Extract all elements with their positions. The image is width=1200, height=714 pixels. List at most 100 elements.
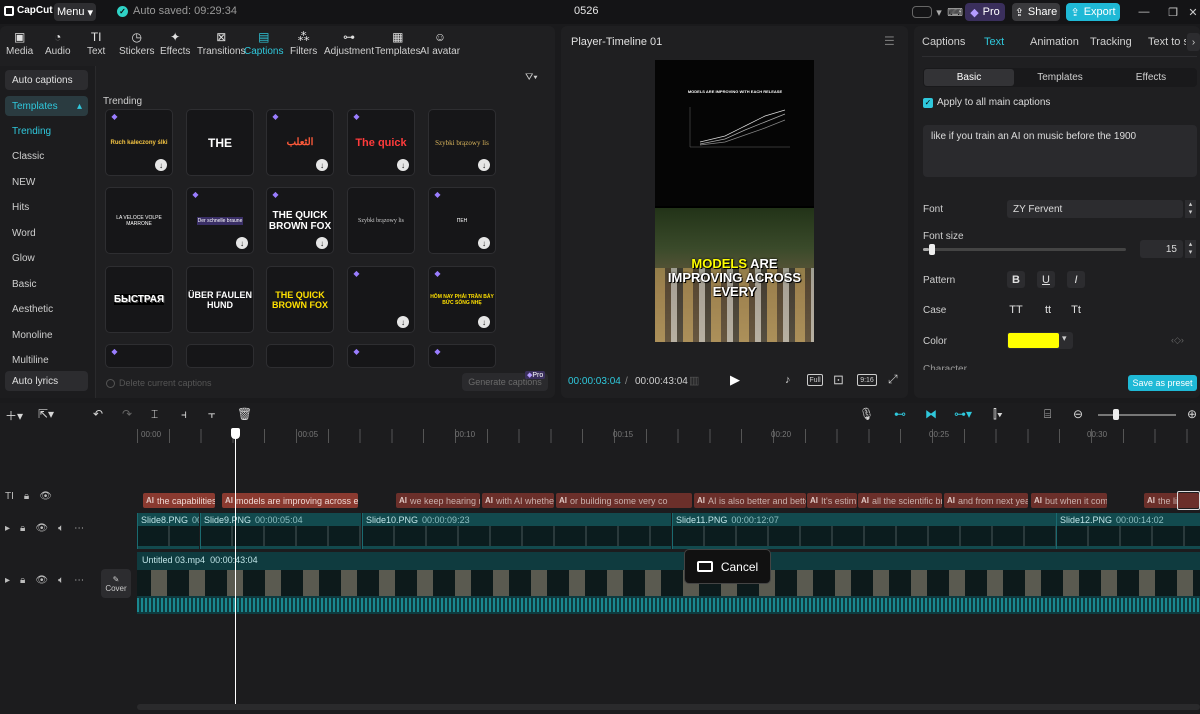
auto-captions-button[interactable]: Auto captions — [5, 70, 88, 90]
subtab-basic[interactable]: Basic — [924, 69, 1014, 86]
zoom-in-icon[interactable]: ⊕ — [1187, 407, 1197, 421]
caption-template-card[interactable]: ◆ Ruch kaleczony ślki ↓ — [105, 109, 173, 176]
caption-template-card[interactable]: ◆ Der schnelle braune ↓ — [186, 187, 254, 254]
subtab-effects[interactable]: Effects — [1106, 69, 1196, 86]
tab-text[interactable]: Text — [984, 36, 1004, 48]
caption-template-card[interactable]: Szybki brązowy lis — [347, 187, 415, 254]
case-title-button[interactable]: Tt — [1067, 301, 1085, 318]
caption-template-card[interactable]: ◆ — [428, 344, 496, 368]
playhead[interactable] — [235, 433, 236, 705]
font-stepper-icon[interactable]: ▴ ▾ — [1185, 200, 1196, 218]
zoom-slider-handle[interactable] — [1113, 409, 1119, 420]
full-quality-button[interactable]: Full — [807, 374, 823, 386]
lock-icon[interactable]: 🔒︎ — [20, 523, 25, 534]
cancel-button[interactable]: Cancel — [684, 549, 771, 584]
bold-button[interactable]: B — [1007, 271, 1025, 288]
more-icon[interactable]: ⋯ — [74, 575, 84, 586]
tab-text-to-speech[interactable]: Text to s — [1148, 36, 1186, 48]
layout-chevron-icon[interactable]: ▾ — [934, 3, 944, 21]
download-icon[interactable]: ↓ — [316, 237, 328, 249]
delete-captions-option[interactable]: Delete current captions — [106, 378, 212, 388]
microphone-icon[interactable]: 🎙 — [859, 407, 874, 421]
font-size-slider-track[interactable] — [923, 248, 1126, 251]
cover-button[interactable]: ✎ Cover — [101, 569, 131, 598]
player-menu-icon[interactable]: ☰ — [884, 34, 895, 48]
timeline-ruler[interactable] — [137, 429, 1200, 443]
caption-template-card[interactable]: LA VELOCE VOLPE MARRONE — [105, 187, 173, 254]
sidebar-item-trending[interactable]: Trending — [12, 126, 51, 137]
underline-button[interactable]: U — [1037, 271, 1055, 288]
caption-template-card[interactable]: ◆ HÔM NAY PHẢI TRẦN BẢY BỨC SỐNG NHẸ ↓ — [428, 266, 496, 333]
caption-template-card[interactable]: ÜBER FAULEN HUND — [186, 266, 254, 333]
pro-button[interactable]: ◆ Pro — [965, 3, 1005, 21]
color-swatch[interactable] — [1008, 333, 1059, 348]
more-icon[interactable]: ⋯ — [74, 523, 84, 534]
video-preview[interactable]: MODELS ARE IMPROVING WITH EACH RELEASE M… — [655, 60, 814, 342]
font-size-input[interactable]: 15 — [1140, 240, 1183, 258]
filter-sort-icon[interactable]: ⛛▾ — [525, 72, 538, 83]
image-clip[interactable]: Slide11.PNG 00:00:12:07 — [672, 513, 1056, 549]
chevron-down-icon[interactable]: ▾ — [1062, 333, 1067, 344]
caption-clip[interactable]: AI models are improving across eve — [222, 493, 358, 508]
download-icon[interactable]: ↓ — [397, 316, 409, 328]
close-icon[interactable]: ✕ — [1186, 3, 1200, 21]
caption-clip[interactable]: AI and from next year — [944, 493, 1028, 508]
tool-adjustment[interactable]: ⊶ Adjustment — [324, 30, 374, 57]
speaker-icon[interactable]: 🔈︎ — [58, 575, 64, 586]
caption-template-card[interactable]: Szybki brązowy lis ↓ — [428, 109, 496, 176]
sidebar-item-multiline[interactable]: Multiline — [12, 355, 49, 366]
sidebar-item-hits[interactable]: Hits — [12, 202, 29, 213]
lock-icon[interactable]: 🔒︎ — [24, 491, 29, 502]
play-icon[interactable]: ▶ — [730, 372, 740, 388]
playhead-handle[interactable] — [231, 428, 240, 439]
undo-icon[interactable]: ↶ — [93, 407, 103, 421]
tab-captions[interactable]: Captions — [922, 36, 965, 48]
sidebar-item-monoline[interactable]: Monoline — [12, 330, 53, 341]
layout-icon[interactable] — [912, 6, 932, 18]
caption-template-card[interactable] — [186, 344, 254, 368]
tool-ai-avatar[interactable]: ☺ AI avatar — [420, 30, 460, 57]
add-icon[interactable]: ＋▾ — [5, 407, 23, 424]
selected-caption-clip-frame[interactable] — [1177, 491, 1200, 510]
download-icon[interactable]: ↓ — [478, 237, 490, 249]
zoom-out-icon[interactable]: ⊖ — [1073, 407, 1083, 421]
font-size-stepper-icon[interactable]: ▴ ▾ — [1185, 240, 1196, 258]
tool-text[interactable]: TI Text — [87, 30, 105, 57]
tool-filters[interactable]: ⁂ Filters — [290, 30, 317, 57]
auto-lyrics-button[interactable]: Auto lyrics — [5, 371, 88, 391]
caption-template-card[interactable]: ◆ ПЕН ↓ — [428, 187, 496, 254]
split-icon[interactable]: ⌶ — [151, 407, 158, 422]
redo-icon[interactable]: ↷ — [122, 407, 132, 421]
image-clip[interactable]: Slide10.PNG 00:00:09:23 — [362, 513, 671, 549]
aspect-ratio-button[interactable]: 9:16 — [857, 374, 877, 386]
sidebar-item-basic[interactable]: Basic — [12, 279, 36, 290]
caption-clip[interactable]: AI AI is also better and bette — [694, 493, 806, 508]
tiktok-icon[interactable]: ♪ — [785, 374, 791, 386]
caption-text-input[interactable]: like if you train an AI on music before … — [923, 125, 1197, 177]
eye-icon[interactable]: 👁︎ — [35, 575, 48, 586]
maximize-icon[interactable]: ❐ — [1166, 3, 1180, 21]
caption-template-card[interactable]: ◆ — [105, 344, 173, 368]
caption-clip[interactable]: AI we keep hearing m — [396, 493, 480, 508]
delete-icon[interactable]: 🗑 — [237, 407, 252, 421]
case-upper-button[interactable]: TT — [1007, 301, 1025, 318]
caption-template-card[interactable] — [266, 344, 334, 368]
thumbnail-icon[interactable]: ⌸ — [1044, 407, 1051, 422]
caption-template-card[interactable]: ◆ The quick ↓ — [347, 109, 415, 176]
video-clip[interactable]: Untitled 03.mp4 00:00:43:04 — [137, 552, 1200, 614]
sidebar-item-glow[interactable]: Glow — [12, 253, 35, 264]
caption-template-card[interactable]: THE — [186, 109, 254, 176]
image-clip[interactable]: Slide12.PNG 00:00:14:02 — [1056, 513, 1200, 549]
tabs-scroll-right-icon[interactable]: › — [1187, 33, 1200, 51]
split-left-icon[interactable]: ⫞ — [181, 407, 187, 422]
apply-all-checkbox[interactable]: ✓ Apply to all main captions — [923, 97, 1050, 108]
preview-axis-icon[interactable]: ⫿▾ — [993, 407, 1003, 422]
tab-animation[interactable]: Animation — [1030, 36, 1079, 48]
project-title[interactable]: 0526 — [574, 5, 598, 17]
caption-template-card[interactable]: ◆ الثعلب ↓ — [266, 109, 334, 176]
caption-clip[interactable]: AI the capabilities — [143, 493, 215, 508]
font-size-slider-handle[interactable] — [929, 244, 936, 255]
keyframe-icon[interactable]: ‹◇› — [1171, 335, 1184, 346]
download-icon[interactable]: ↓ — [236, 237, 248, 249]
caption-clip[interactable]: AI but when it com — [1031, 493, 1107, 508]
